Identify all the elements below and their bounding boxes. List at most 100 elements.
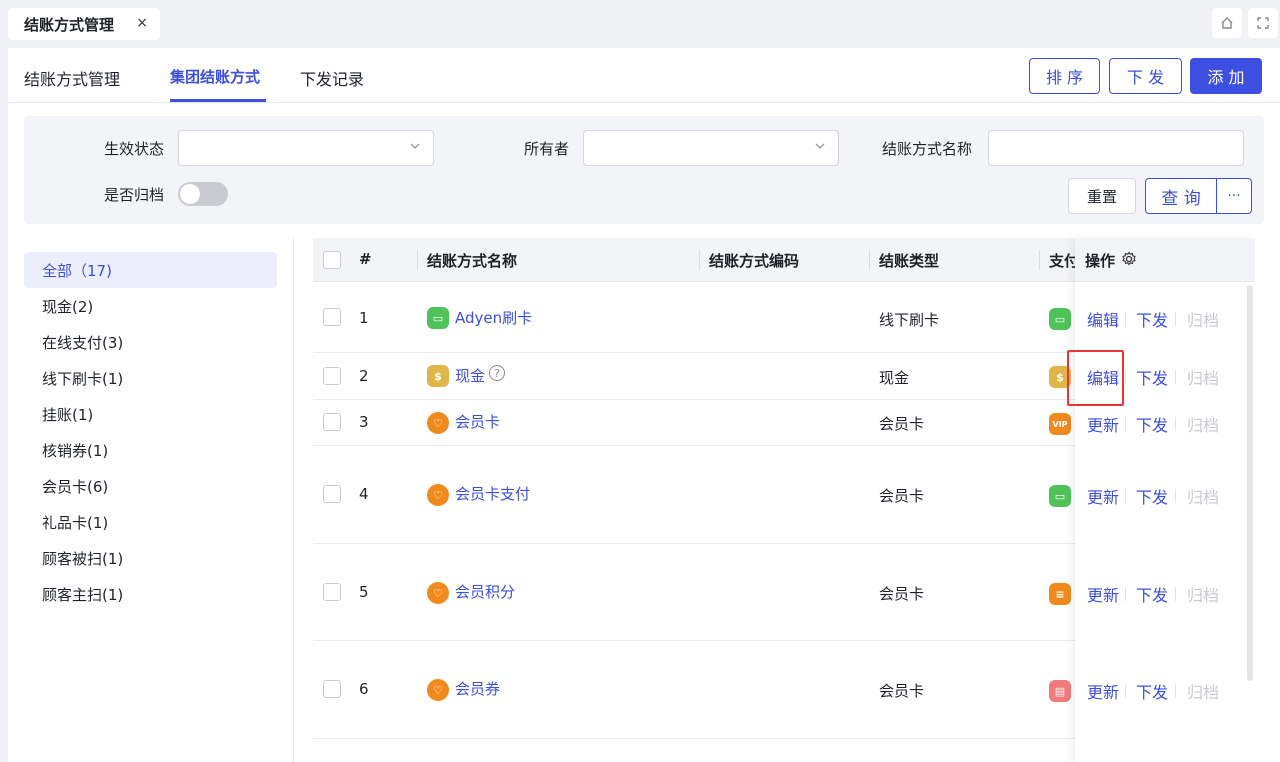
name-label: 结账方式名称 bbox=[882, 140, 973, 158]
status-select[interactable] bbox=[178, 130, 434, 166]
row-index: 6 bbox=[359, 680, 369, 698]
chevron-down-icon bbox=[409, 140, 421, 155]
page-tab[interactable]: 结账方式管理 × bbox=[8, 8, 160, 40]
owner-select[interactable] bbox=[583, 130, 839, 166]
update-button[interactable]: 更新 bbox=[1087, 582, 1119, 606]
row-name-link[interactable]: 会员卡 bbox=[455, 411, 500, 432]
payment-table: # 结账方式名称 结账方式编码 结账类型 支付 1 ▭ Adyen刷卡 线下刷卡… bbox=[313, 238, 1255, 762]
sub-navigation: 结账方式管理 集团结账方式 下发记录 排 序 下 发 添 加 bbox=[8, 48, 1280, 103]
archive-link[interactable]: 归档 bbox=[1187, 307, 1219, 331]
sidebar-item-cash[interactable]: 现金(2) bbox=[24, 288, 277, 324]
sidebar-item-gift[interactable]: 礼品卡(1) bbox=[24, 504, 277, 540]
reset-button[interactable]: 重置 bbox=[1068, 178, 1136, 214]
header-type: 结账类型 bbox=[879, 252, 940, 270]
row-name-link[interactable]: 现金 bbox=[455, 365, 485, 386]
row-checkbox[interactable] bbox=[323, 367, 341, 385]
row-type: 现金 bbox=[879, 369, 910, 387]
archived-label: 是否归档 bbox=[104, 186, 165, 204]
select-all-checkbox[interactable] bbox=[323, 251, 341, 269]
header-index: # bbox=[359, 250, 372, 268]
action-header: 操作 bbox=[1075, 238, 1255, 282]
archive-link[interactable]: 归档 bbox=[1187, 679, 1219, 703]
sidebar-item-voucher[interactable]: 核销券(1) bbox=[24, 432, 277, 468]
archive-link[interactable]: 归档 bbox=[1187, 365, 1219, 389]
row-checkbox[interactable] bbox=[323, 413, 341, 431]
highlight-box bbox=[1067, 350, 1124, 406]
action-divider bbox=[1175, 417, 1176, 431]
archive-link[interactable]: 归档 bbox=[1187, 412, 1219, 436]
row-index: 3 bbox=[359, 413, 369, 431]
distribute-link[interactable]: 下发 bbox=[1136, 582, 1168, 606]
archive-link[interactable]: 归档 bbox=[1187, 582, 1219, 606]
sort-button[interactable]: 排 序 bbox=[1029, 58, 1100, 94]
row-checkbox[interactable] bbox=[323, 583, 341, 601]
member-icon: ♡ bbox=[427, 412, 449, 434]
close-icon[interactable]: × bbox=[136, 15, 148, 31]
row-name-link[interactable]: Adyen刷卡 bbox=[455, 307, 532, 328]
toggle-knob bbox=[180, 184, 200, 204]
sidebar-item-member[interactable]: 会员卡(6) bbox=[24, 468, 277, 504]
action-divider bbox=[1125, 370, 1126, 384]
active-tab-indicator bbox=[170, 99, 266, 102]
row-checkbox[interactable] bbox=[323, 680, 341, 698]
update-button[interactable]: 更新 bbox=[1087, 484, 1119, 508]
help-icon[interactable]: ? bbox=[489, 365, 505, 381]
row-name-link[interactable]: 会员积分 bbox=[455, 581, 515, 602]
header-name: 结账方式名称 bbox=[427, 252, 518, 270]
sidebar-item-credit[interactable]: 挂账(1) bbox=[24, 396, 277, 432]
row-checkbox[interactable] bbox=[323, 485, 341, 503]
action-divider bbox=[1175, 587, 1176, 601]
member-icon: ♡ bbox=[427, 679, 449, 701]
row-index: 1 bbox=[359, 309, 369, 327]
sidebar-item-online[interactable]: 在线支付(3) bbox=[24, 324, 277, 360]
home-icon[interactable] bbox=[1212, 8, 1242, 38]
distribute-link[interactable]: 下发 bbox=[1136, 679, 1168, 703]
member-icon: ♡ bbox=[427, 484, 449, 506]
query-button[interactable]: 查 询 bbox=[1146, 179, 1217, 213]
archived-toggle[interactable] bbox=[178, 182, 228, 206]
tab-distribution-records[interactable]: 下发记录 bbox=[300, 66, 364, 90]
edit-button[interactable]: 编辑 bbox=[1087, 307, 1119, 331]
row-type: 会员卡 bbox=[879, 585, 925, 603]
tab-group-payment[interactable]: 集团结账方式 bbox=[170, 66, 260, 87]
card-icon: ▭ bbox=[427, 307, 449, 329]
more-icon[interactable]: ··· bbox=[1217, 179, 1251, 213]
header-divider bbox=[417, 250, 418, 270]
vertical-scrollbar[interactable] bbox=[1247, 285, 1253, 681]
sidebar-item-all[interactable]: 全部（17) bbox=[24, 252, 277, 288]
query-button-group: 查 询 ··· bbox=[1145, 178, 1252, 214]
header-divider bbox=[869, 250, 870, 270]
distribute-link[interactable]: 下发 bbox=[1136, 412, 1168, 436]
update-button[interactable]: 更新 bbox=[1087, 412, 1119, 436]
row-index: 5 bbox=[359, 583, 369, 601]
archive-link[interactable]: 归档 bbox=[1187, 484, 1219, 508]
wallet-icon: ▭ bbox=[1049, 485, 1071, 507]
action-divider bbox=[1175, 370, 1176, 384]
sidebar-item-scan[interactable]: 顾客主扫(1) bbox=[24, 576, 277, 612]
gear-icon[interactable] bbox=[1121, 251, 1137, 271]
name-input[interactable] bbox=[988, 130, 1244, 166]
chevron-down-icon bbox=[814, 140, 826, 155]
action-divider bbox=[1125, 417, 1126, 431]
update-button[interactable]: 更新 bbox=[1087, 679, 1119, 703]
add-button[interactable]: 添 加 bbox=[1190, 58, 1262, 94]
action-divider bbox=[1125, 489, 1126, 503]
action-divider bbox=[1175, 489, 1176, 503]
filter-panel: 生效状态 所有者 结账方式名称 是否归档 重置 查 询 ··· bbox=[24, 116, 1264, 224]
row-checkbox[interactable] bbox=[323, 308, 341, 326]
fullscreen-icon[interactable] bbox=[1248, 8, 1278, 38]
row-name-link[interactable]: 会员券 bbox=[455, 678, 500, 699]
row-name-link[interactable]: 会员卡支付 bbox=[455, 483, 530, 504]
action-divider bbox=[1125, 684, 1126, 698]
distribute-button[interactable]: 下 发 bbox=[1109, 58, 1182, 94]
distribute-link[interactable]: 下发 bbox=[1136, 484, 1168, 508]
tab-payment-management[interactable]: 结账方式管理 bbox=[24, 66, 120, 90]
header-divider bbox=[699, 250, 700, 270]
sidebar-item-scanned[interactable]: 顾客被扫(1) bbox=[24, 540, 277, 576]
distribute-link[interactable]: 下发 bbox=[1136, 307, 1168, 331]
points-icon: ≡ bbox=[1049, 583, 1071, 605]
header-code: 结账方式编码 bbox=[709, 252, 800, 270]
row-type: 线下刷卡 bbox=[879, 311, 940, 329]
sidebar-item-card[interactable]: 线下刷卡(1) bbox=[24, 360, 277, 396]
distribute-link[interactable]: 下发 bbox=[1136, 365, 1168, 389]
